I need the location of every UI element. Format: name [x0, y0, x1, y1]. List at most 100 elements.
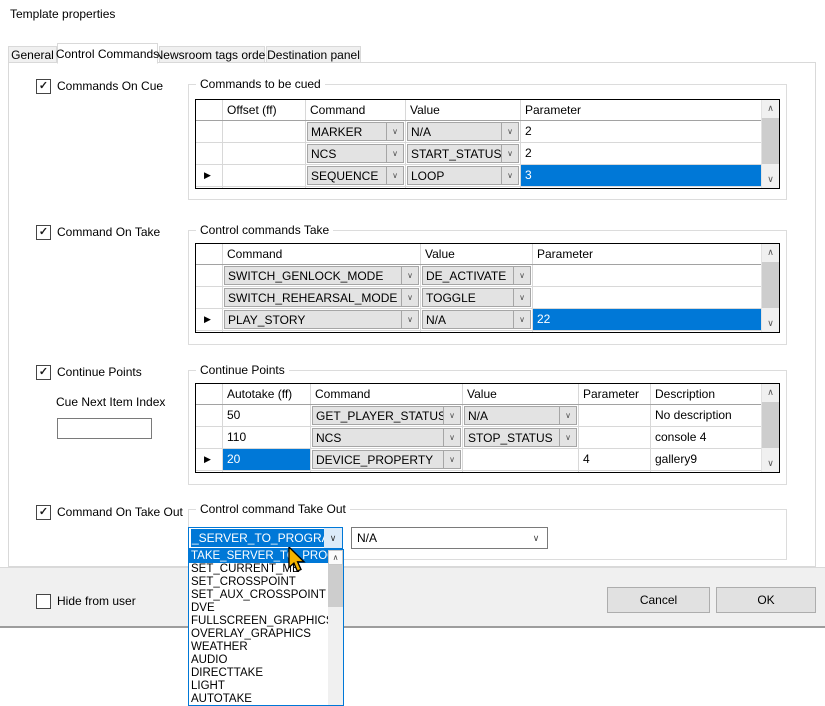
- cell-combo[interactable]: ∨: [464, 472, 577, 473]
- cell-combo[interactable]: SEQUENCE∨: [307, 166, 404, 185]
- text-cell[interactable]: 110: [223, 427, 311, 448]
- text-cell[interactable]: 2: [521, 121, 762, 142]
- row-selector[interactable]: [196, 121, 223, 142]
- scroll-down-icon[interactable]: ∨: [762, 171, 779, 188]
- dropdown-cell[interactable]: ∨: [306, 187, 406, 189]
- text-cell[interactable]: [521, 187, 762, 189]
- cell-combo[interactable]: SWITCH_GENLOCK_MODE∨: [224, 266, 419, 285]
- chevron-down-icon[interactable]: ∨: [386, 167, 403, 184]
- dropdown-item[interactable]: SET_CROSSPOINT: [189, 576, 328, 589]
- chevron-down-icon[interactable]: ∨: [401, 311, 418, 328]
- dropdown-cell[interactable]: LOOP∨: [406, 165, 521, 186]
- command-on-take-out-checkbox[interactable]: Command On Take Out: [36, 505, 183, 520]
- row-selector[interactable]: [196, 427, 223, 448]
- dropdown-cell[interactable]: NCS∨: [306, 143, 406, 164]
- text-cell[interactable]: [533, 331, 762, 333]
- scrollbar-thumb[interactable]: [328, 565, 343, 607]
- chevron-down-icon[interactable]: ∨: [443, 407, 460, 424]
- vertical-scrollbar[interactable]: ∧∨: [761, 244, 779, 332]
- scroll-up-icon[interactable]: ∧: [762, 100, 779, 117]
- cell-combo[interactable]: START_STATUS∨: [407, 144, 519, 163]
- table-row[interactable]: 110NCS∨STOP_STATUS∨ console 4: [196, 427, 779, 449]
- row-selector[interactable]: [196, 187, 223, 189]
- tab-newsroom-tags-order[interactable]: Newsroom tags order: [159, 46, 265, 63]
- scroll-up-icon[interactable]: ∧: [762, 384, 779, 401]
- text-cell[interactable]: [223, 121, 306, 142]
- table-row[interactable]: ▶PLAY_STORY∨N/A∨22: [196, 309, 779, 331]
- chevron-down-icon[interactable]: ∨: [513, 267, 530, 284]
- text-cell[interactable]: console 4: [651, 427, 762, 448]
- scrollbar-thumb[interactable]: [762, 262, 779, 308]
- chevron-down-icon[interactable]: ∨: [513, 311, 530, 328]
- dropdown-cell[interactable]: N/A∨: [406, 121, 521, 142]
- table-row[interactable]: ∨∨: [196, 187, 779, 189]
- row-selector[interactable]: ▶: [196, 309, 223, 330]
- text-cell[interactable]: 50: [223, 405, 311, 426]
- dropdown-cell[interactable]: N/A∨: [463, 405, 579, 426]
- cell-combo[interactable]: SWITCH_REHEARSAL_MODE∨: [224, 288, 419, 307]
- dropdown-item[interactable]: SET_CURRENT_ME: [189, 563, 328, 576]
- table-row[interactable]: SWITCH_GENLOCK_MODE∨DE_ACTIVATE∨: [196, 265, 779, 287]
- text-cell[interactable]: [533, 265, 762, 286]
- dropdown-item[interactable]: OVERLAY_GRAPHICS: [189, 628, 328, 641]
- row-selector[interactable]: ▶: [196, 449, 223, 470]
- dropdown-cell[interactable]: DEVICE_PROPERTY∨: [311, 449, 463, 470]
- chevron-down-icon[interactable]: ∨: [559, 407, 576, 424]
- chevron-down-icon[interactable]: ∨: [501, 167, 518, 184]
- listbox-scrollbar[interactable]: ∧: [328, 550, 343, 705]
- table-row[interactable]: ▶20DEVICE_PROPERTY∨4gallery9: [196, 449, 779, 471]
- cell-combo[interactable]: STOP_STATUS∨: [464, 428, 577, 447]
- dropdown-cell[interactable]: DE_ACTIVATE∨: [421, 265, 533, 286]
- text-cell[interactable]: 2: [521, 143, 762, 164]
- tab-general[interactable]: General: [8, 46, 57, 63]
- scroll-down-icon[interactable]: ∨: [762, 315, 779, 332]
- cell-combo[interactable]: N/A∨: [422, 310, 531, 329]
- dropdown-item[interactable]: FULLSCREEN_GRAPHICS: [189, 615, 328, 628]
- cell-combo[interactable]: N/A∨: [464, 406, 577, 425]
- dropdown-cell[interactable]: STOP_STATUS∨: [463, 427, 579, 448]
- table-row[interactable]: ▶ SEQUENCE∨LOOP∨3: [196, 165, 779, 187]
- command-on-take-grid[interactable]: CommandValueParameterSWITCH_GENLOCK_MODE…: [195, 243, 780, 333]
- cell-combo[interactable]: MARKER∨: [307, 122, 404, 141]
- row-selector[interactable]: [196, 331, 223, 333]
- chevron-down-icon[interactable]: ∨: [386, 145, 403, 162]
- dropdown-cell[interactable]: PLAY_STORY∨: [223, 309, 421, 330]
- vertical-scrollbar[interactable]: ∧∨: [761, 100, 779, 188]
- scroll-up-icon[interactable]: ∧: [328, 550, 343, 565]
- selected-cell[interactable]: 20: [223, 449, 311, 470]
- dropdown-item[interactable]: AUTOTAKE: [189, 693, 328, 706]
- row-selector[interactable]: [196, 405, 223, 426]
- cell-combo[interactable]: ∨: [307, 188, 404, 189]
- selected-cell[interactable]: 22: [533, 309, 762, 330]
- commands-on-cue-checkbox[interactable]: Commands On Cue: [36, 79, 163, 94]
- row-selector[interactable]: [196, 143, 223, 164]
- text-cell[interactable]: [463, 449, 579, 470]
- cell-combo[interactable]: N/A∨: [407, 122, 519, 141]
- chevron-down-icon[interactable]: ∨: [513, 289, 530, 306]
- cell-combo[interactable]: LOOP∨: [407, 166, 519, 185]
- dropdown-cell[interactable]: SWITCH_REHEARSAL_MODE∨: [223, 287, 421, 308]
- dropdown-cell[interactable]: ∨: [421, 331, 533, 333]
- chevron-down-icon[interactable]: ∨: [401, 289, 418, 306]
- row-selector[interactable]: [196, 287, 223, 308]
- ok-button[interactable]: OK: [716, 587, 816, 613]
- continue-points-grid[interactable]: Autotake (ff)CommandValueParameterDescri…: [195, 383, 780, 473]
- table-row[interactable]: 50GET_PLAYER_STATUS∨N/A∨No description: [196, 405, 779, 427]
- scroll-down-icon[interactable]: ∨: [762, 455, 779, 472]
- selected-cell[interactable]: 3: [521, 165, 762, 186]
- row-selector[interactable]: ▶: [196, 165, 223, 186]
- dropdown-cell[interactable]: NCS∨: [311, 427, 463, 448]
- table-row[interactable]: ∨∨: [196, 331, 779, 333]
- hide-from-user-checkbox[interactable]: Hide from user: [36, 594, 136, 609]
- cancel-button[interactable]: Cancel: [607, 587, 710, 613]
- dropdown-item[interactable]: DVE: [189, 602, 328, 615]
- take-out-command-combo[interactable]: _SERVER_TO_PROGRAM ∨: [188, 527, 343, 549]
- chevron-down-icon[interactable]: ∨: [443, 451, 460, 468]
- text-cell[interactable]: [533, 287, 762, 308]
- cell-combo[interactable]: ∨: [407, 188, 519, 189]
- chevron-down-icon[interactable]: ∨: [501, 145, 518, 162]
- dropdown-cell[interactable]: SEQUENCE∨: [306, 165, 406, 186]
- continue-points-checkbox[interactable]: Continue Points: [36, 365, 142, 380]
- text-cell[interactable]: [579, 471, 651, 473]
- text-cell[interactable]: [223, 165, 306, 186]
